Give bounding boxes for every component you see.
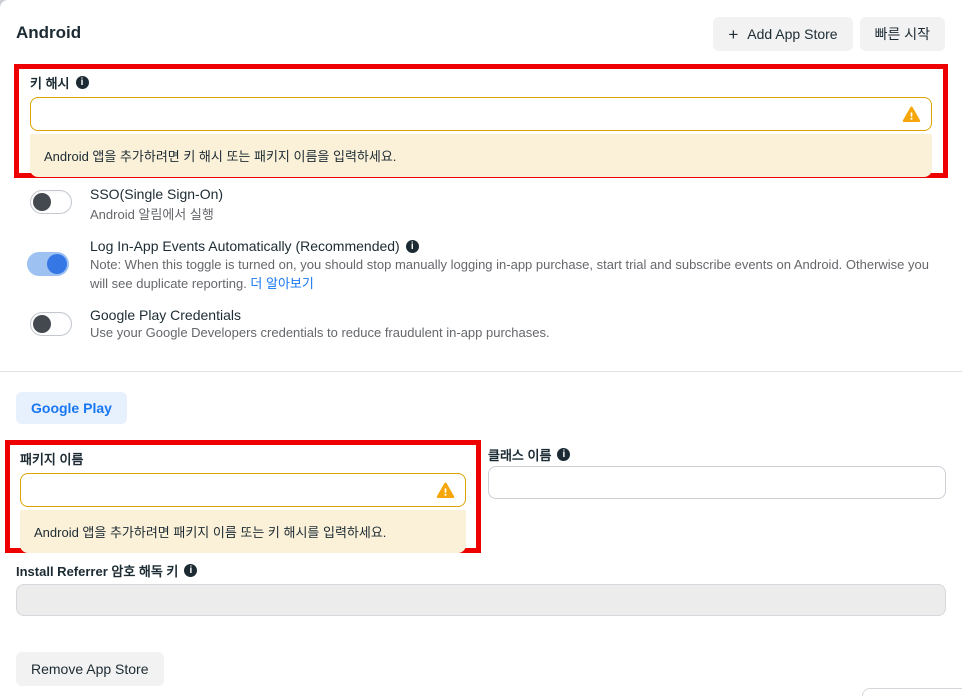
remove-app-store-button[interactable]: Remove App Store [16, 652, 164, 686]
key-hash-label-row: 키 해시 [30, 72, 932, 92]
android-settings-panel: Android + Add App Store 빠른 시작 키 해시 Andro… [0, 0, 962, 696]
sso-title: SSO(Single Sign-On) [90, 186, 223, 202]
remove-app-store-label: Remove App Store [31, 661, 149, 677]
log-events-title-row: Log In-App Events Automatically (Recomme… [90, 238, 419, 254]
log-events-toggle-knob [47, 254, 67, 274]
package-name-input[interactable] [20, 473, 466, 507]
info-icon[interactable] [76, 76, 89, 89]
sso-toggle-knob [33, 193, 51, 211]
key-hash-input[interactable] [30, 97, 932, 131]
install-referrer-label: Install Referrer 암호 해독 키 [16, 561, 178, 580]
google-play-credentials-toggle[interactable] [30, 312, 72, 336]
key-hash-warning-message: Android 앱을 추가하려면 키 해시 또는 패키지 이름을 입력하세요. [30, 134, 932, 177]
quick-start-label: 빠른 시작 [875, 24, 930, 44]
class-name-input[interactable] [488, 466, 946, 499]
info-icon[interactable] [406, 240, 419, 253]
package-name-label-row: 패키지 이름 [20, 448, 466, 468]
add-app-store-label: Add App Store [747, 26, 837, 42]
install-referrer-label-row: Install Referrer 암호 해독 키 [16, 560, 197, 580]
plus-icon: + [728, 26, 738, 43]
header-buttons: + Add App Store 빠른 시작 [713, 17, 945, 51]
info-icon[interactable] [557, 448, 570, 461]
google-play-chip[interactable]: Google Play [16, 392, 127, 424]
warning-icon [902, 105, 921, 124]
next-card-peek [862, 688, 962, 696]
google-play-credentials-subtitle: Use your Google Developers credentials t… [90, 325, 550, 340]
package-name-warning-message: Android 앱을 추가하려면 패키지 이름 또는 키 해시를 입력하세요. [20, 510, 466, 553]
learn-more-link[interactable]: 더 알아보기 [250, 276, 313, 291]
add-app-store-button[interactable]: + Add App Store [713, 17, 852, 51]
section-divider [0, 371, 962, 372]
key-hash-input-wrap [30, 97, 932, 131]
install-referrer-input [16, 584, 946, 616]
package-name-label: 패키지 이름 [20, 449, 83, 468]
log-events-title: Log In-App Events Automatically (Recomme… [90, 238, 400, 254]
class-name-input-wrap [488, 466, 946, 499]
quick-start-button[interactable]: 빠른 시작 [860, 17, 945, 51]
google-play-credentials-title: Google Play Credentials [90, 307, 241, 323]
info-icon[interactable] [184, 564, 197, 577]
log-events-toggle[interactable] [27, 252, 69, 276]
key-hash-highlight-box: 키 해시 Android 앱을 추가하려면 키 해시 또는 패키지 이름을 입력… [14, 64, 948, 178]
key-hash-label: 키 해시 [30, 73, 70, 92]
class-name-label-row: 클래스 이름 [488, 444, 570, 464]
google-play-credentials-toggle-knob [33, 315, 51, 333]
package-name-highlight-box: 패키지 이름 Android 앱을 추가하려면 패키지 이름 또는 키 해시를 … [5, 440, 481, 553]
package-name-input-wrap [20, 473, 466, 507]
page-title: Android [16, 23, 81, 43]
log-events-note-text: Note: When this toggle is turned on, you… [90, 257, 929, 291]
sso-subtitle: Android 알림에서 실행 [90, 204, 214, 223]
class-name-label: 클래스 이름 [488, 445, 551, 464]
log-events-note: Note: When this toggle is turned on, you… [90, 256, 940, 293]
warning-icon [436, 481, 455, 500]
sso-toggle[interactable] [30, 190, 72, 214]
